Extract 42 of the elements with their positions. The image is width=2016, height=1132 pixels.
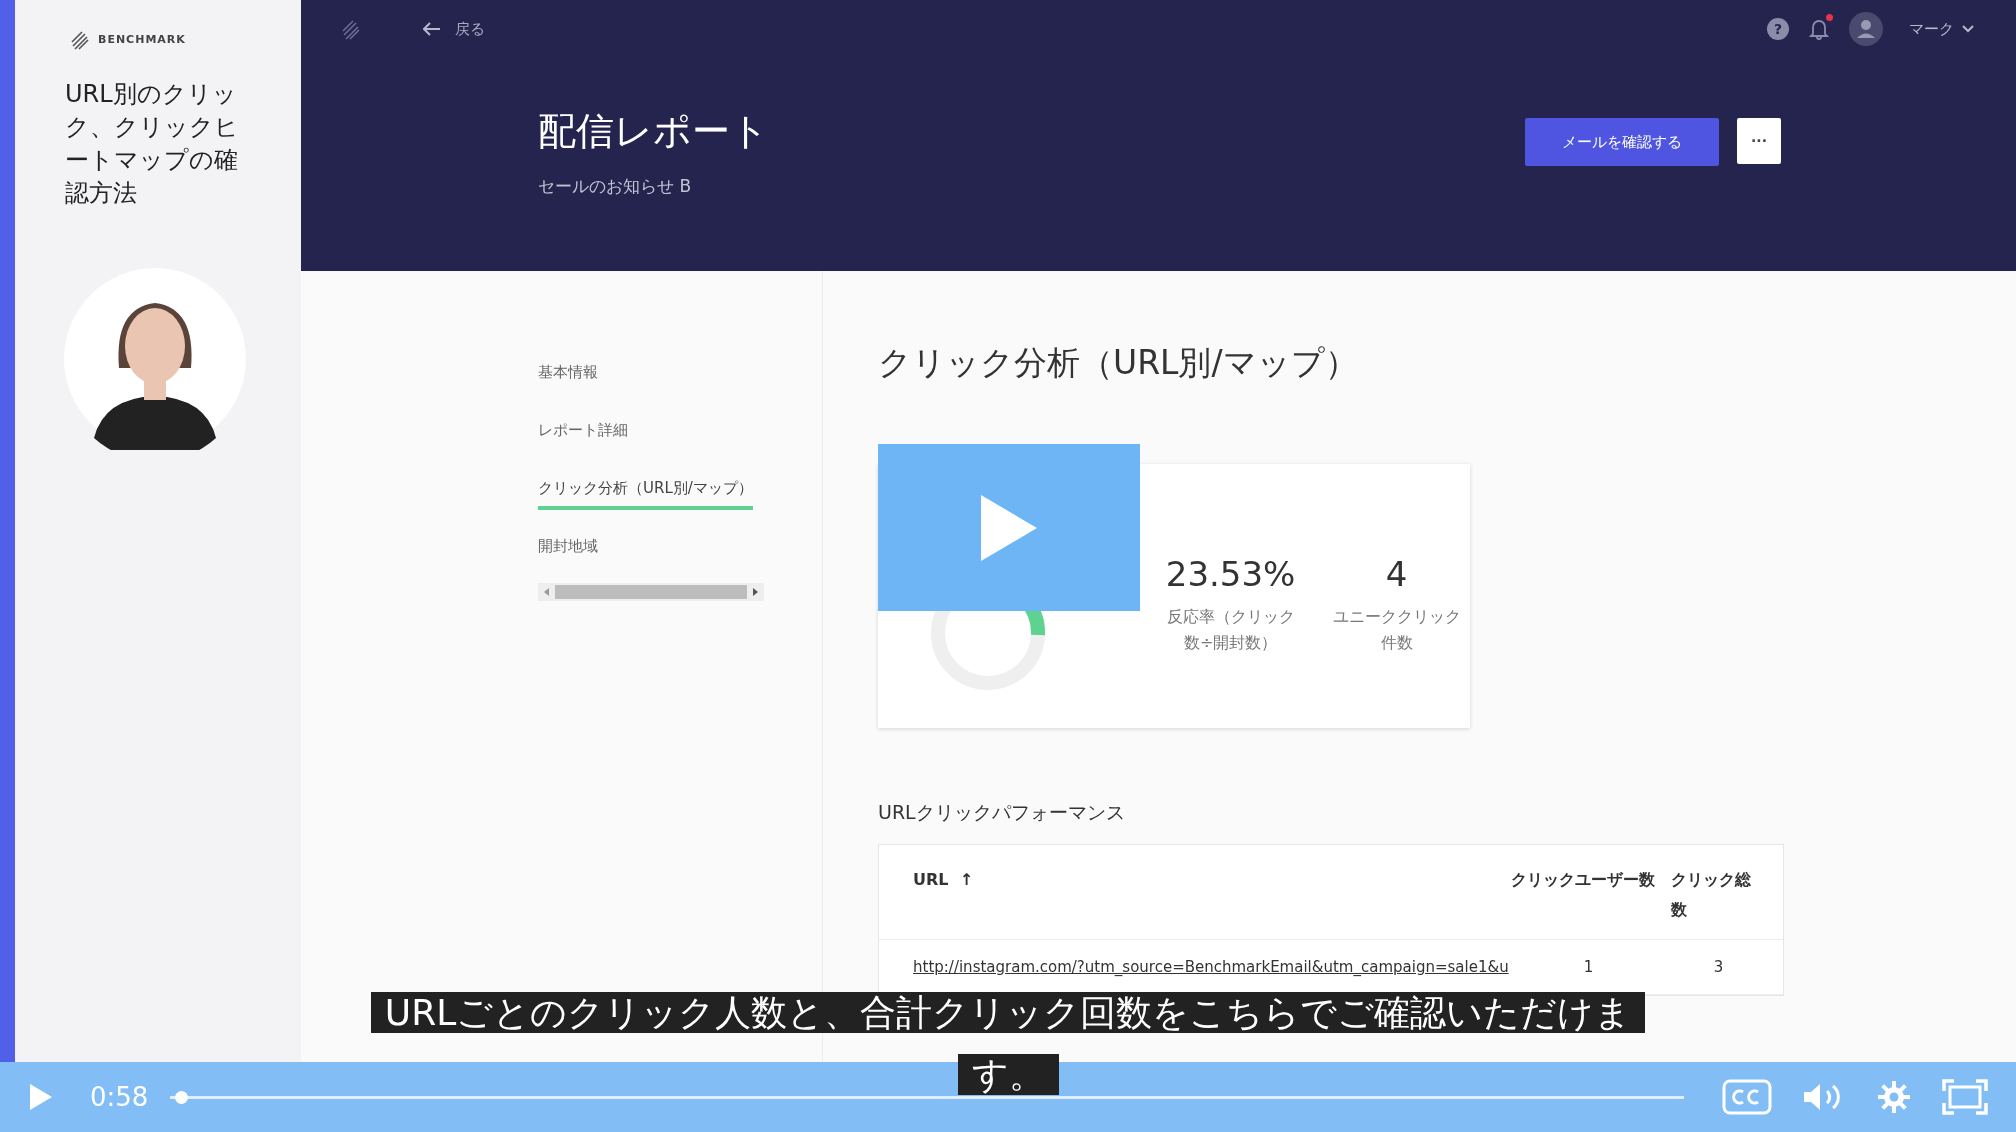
table-cell-text: 1 <box>1582 957 1595 978</box>
stat-label: 反応率（クリック数÷開封数） <box>1165 606 1296 654</box>
scroll-right-icon[interactable] <box>751 588 759 596</box>
nav-tab[interactable]: クリック分析（URL別/マップ） <box>538 473 753 510</box>
user-avatar-icon[interactable] <box>1849 12 1883 46</box>
nav-tab[interactable]: 基本情報 <box>538 357 598 394</box>
captions-icon[interactable] <box>1722 1079 1772 1115</box>
bell-icon[interactable] <box>1809 18 1829 40</box>
column-header[interactable]: クリック総数 <box>1663 865 1763 925</box>
logo-icon[interactable] <box>341 17 363 41</box>
stat-value: 4 <box>1384 554 1409 594</box>
nav-tab[interactable]: 開封地域 <box>538 531 598 568</box>
progress-thumb[interactable] <box>174 1090 188 1104</box>
user-menu[interactable]: マーク <box>1903 18 1980 40</box>
page-subtitle: セールのお知らせ B <box>538 175 693 198</box>
logo-text: BENCHMARK <box>98 32 186 46</box>
chevron-down-icon <box>1962 25 1974 33</box>
section-title: クリック分析（URL別/マップ） <box>878 342 1359 384</box>
url-link[interactable]: http://instagram.com/?utm_source=BenchmarkEmail&utm_campaign=sale1&u <box>913 940 1509 994</box>
lesson-title: URL別のクリック、クリックヒートマップの確認方法 <box>65 79 240 209</box>
nav-tab[interactable]: レポート詳細 <box>538 415 628 452</box>
video-play-overlay[interactable] <box>878 444 1140 611</box>
more-button[interactable]: ··· <box>1737 118 1781 164</box>
fullscreen-icon[interactable] <box>1942 1079 1988 1115</box>
back-arrow-icon <box>423 22 441 36</box>
check-email-button[interactable]: メールを確認する <box>1525 118 1719 166</box>
column-header[interactable]: クリックユーザー数 <box>1503 865 1663 895</box>
stat-label: ユニーククリック件数 <box>1331 606 1462 654</box>
video-time: 0:58 <box>90 1082 149 1112</box>
settings-icon[interactable] <box>1876 1079 1912 1115</box>
help-button[interactable]: ? <box>1767 18 1789 40</box>
column-header[interactable]: URL ↑ <box>913 865 1503 895</box>
play-icon[interactable] <box>979 492 1039 563</box>
logo-icon <box>70 28 92 50</box>
horizontal-scrollbar[interactable] <box>538 583 764 601</box>
back-link[interactable]: 戻る <box>417 18 491 40</box>
play-icon[interactable] <box>28 1082 54 1112</box>
stat-value: 23.53% <box>1164 554 1297 594</box>
scroll-left-icon[interactable] <box>543 588 551 596</box>
table-cell-text: 3 <box>1712 957 1725 978</box>
table-title: URLクリックパフォーマンス <box>878 800 1126 825</box>
page-title: 配信レポート <box>538 108 769 155</box>
